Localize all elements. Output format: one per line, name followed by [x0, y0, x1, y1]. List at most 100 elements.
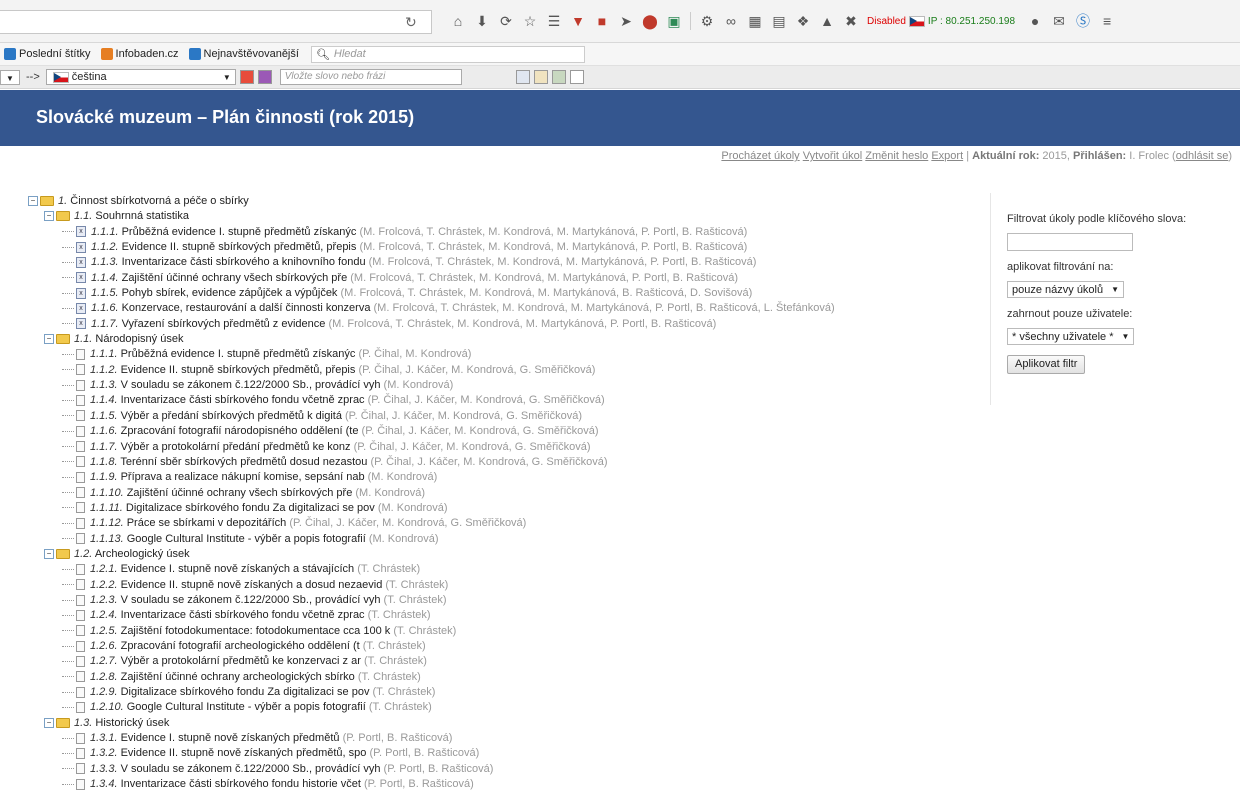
gear-icon[interactable]: ⚙	[695, 13, 719, 30]
task-title[interactable]: Zajištění účinné ochrany archeologických…	[121, 671, 355, 683]
task-title[interactable]: Průběžná evidence I. stupně předmětů zís…	[121, 348, 356, 360]
dictionary-icon[interactable]	[257, 70, 272, 84]
rocket-icon[interactable]: ▲	[815, 13, 839, 29]
tree-task-row[interactable]: 1.3.2. Evidence II. stupně nově získanýc…	[28, 746, 978, 761]
nav-export[interactable]: Export	[931, 150, 963, 162]
tree-task-row[interactable]: 1.1.4. Inventarizace části sbírkového fo…	[28, 393, 978, 408]
task-title[interactable]: Google Cultural Institute - výběr a popi…	[127, 701, 366, 713]
address-bar[interactable]	[0, 10, 432, 34]
task-title[interactable]: Konzervace, restaurování a další činnost…	[122, 302, 371, 314]
task-title[interactable]: Evidence II. stupně sbírkových předmětů,…	[122, 241, 357, 253]
nav-create-task[interactable]: Vytvořit úkol	[803, 150, 863, 162]
bookmarks-search-input[interactable]: 🔍︎ Hledat	[310, 45, 585, 63]
task-title[interactable]: Výběr a předání sbírkových předmětů k di…	[121, 410, 342, 422]
task-title[interactable]: V souladu se zákonem č.122/2000 Sb., pro…	[121, 379, 381, 391]
apply-to-select[interactable]: pouze názvy úkolů ▼	[1007, 281, 1125, 298]
task-title[interactable]: Inventarizace části sbírkového fondu his…	[121, 778, 361, 790]
tree-task-row[interactable]: 1.1.10. Zajištění účinné ochrany všech s…	[28, 486, 978, 501]
tree-task-row[interactable]: 1.1.5. Výběr a předání sbírkových předmě…	[28, 409, 978, 424]
tree-task-row[interactable]: 1.2.9. Digitalizace sbírkového fondu Za …	[28, 685, 978, 700]
tree-folder-row[interactable]: − 1.2. Archeologický úsek	[28, 547, 978, 562]
keyword-filter-input[interactable]	[1007, 233, 1133, 251]
mail-icon[interactable]: ✉	[1047, 13, 1071, 30]
tree-task-row[interactable]: 1.2.5. Zajištění fotodokumentace: fotodo…	[28, 624, 978, 639]
tree-task-row[interactable]: 1.3.1. Evidence I. stupně nově získaných…	[28, 731, 978, 746]
task-title[interactable]: Příprava a realizace nákupní komise, sep…	[121, 471, 365, 483]
task-title[interactable]: Evidence II. stupně sbírkových předmětů,…	[121, 364, 356, 376]
task-title[interactable]: Terénní sběr sbírkových předmětů dosud n…	[120, 456, 367, 468]
tree-task-row[interactable]: x 1.1.5. Pohyb sbírek, evidence zápůjček …	[28, 286, 978, 301]
tree-task-row[interactable]: 1.1.11. Digitalizace sbírkového fondu Za…	[28, 501, 978, 516]
tree-task-row[interactable]: 1.2.3. V souladu se zákonem č.122/2000 S…	[28, 593, 978, 608]
language-select[interactable]: čeština ▼	[45, 69, 236, 85]
tree-folder-row[interactable]: − 1.1. Národopisný úsek	[28, 332, 978, 347]
task-title[interactable]: Činnost sbírkotvorná a péče o sbírky	[70, 195, 249, 207]
task-title[interactable]: Zajištění fotodokumentace: fotodokumenta…	[121, 625, 391, 637]
download-icon[interactable]: ⬇	[470, 13, 494, 30]
task-title[interactable]: Průběžná evidence I. stupně předmětů zís…	[122, 226, 357, 238]
task-title[interactable]: Národopisný úsek	[95, 333, 183, 345]
task-title[interactable]: Evidence II. stupně nově získaných předm…	[121, 747, 367, 759]
pocket-icon[interactable]: ▼	[566, 13, 590, 29]
tree-task-row[interactable]: x 1.1.1. Průběžná evidence I. stupně před…	[28, 225, 978, 240]
tree-task-row[interactable]: 1.1.13. Google Cultural Institute - výbě…	[28, 532, 978, 547]
task-title[interactable]: Výběr a protokolární předmětů ke konzerv…	[121, 655, 361, 667]
task-title[interactable]: Inventarizace části sbírkového a knihovn…	[122, 256, 366, 268]
tree-task-row[interactable]: x 1.1.2. Evidence II. stupně sbírkových p…	[28, 240, 978, 255]
sync-icon[interactable]: ⟳	[494, 13, 518, 30]
tree-task-row[interactable]: 1.2.1. Evidence I. stupně nově získaných…	[28, 562, 978, 577]
task-title[interactable]: Google Cultural Institute - výběr a popi…	[127, 533, 366, 545]
task-title[interactable]: Evidence II. stupně nově získaných a dos…	[121, 579, 383, 591]
chat-icon[interactable]: ●	[1023, 13, 1047, 29]
tree-task-row[interactable]: 1.1.7. Výběr a protokolární předání před…	[28, 440, 978, 455]
screen-icon[interactable]: ▤	[767, 13, 791, 30]
task-title[interactable]: Výběr a protokolární předání předmětů ke…	[121, 441, 351, 453]
translate-icon[interactable]	[239, 70, 254, 84]
task-title[interactable]: Práce se sbírkami v depozitářích	[127, 517, 287, 529]
task-title[interactable]: Zpracování fotografií národopisného oddě…	[121, 425, 359, 437]
task-title[interactable]: Vyřazení sbírkových předmětů z evidence	[122, 318, 326, 330]
task-title[interactable]: Archeologický úsek	[95, 548, 190, 560]
tool-icon-1[interactable]	[515, 70, 530, 84]
reload-icon[interactable]: ↻	[405, 14, 417, 31]
addon-icon[interactable]: ■	[590, 13, 614, 29]
task-title[interactable]: Pohyb sbírek, evidence zápůjček a výpůjč…	[122, 287, 338, 299]
tool-icon-4[interactable]	[569, 70, 584, 84]
tree-task-row[interactable]: 1.3.3. V souladu se zákonem č.122/2000 S…	[28, 762, 978, 777]
tree-task-row[interactable]: 1.1.9. Příprava a realizace nákupní komi…	[28, 470, 978, 485]
puzzle-icon[interactable]: ❖	[791, 13, 815, 30]
home-icon[interactable]: ⌂	[446, 13, 470, 29]
task-title[interactable]: Evidence I. stupně nově získaných předmě…	[121, 732, 340, 744]
tree-task-row[interactable]: 1.1.12. Práce se sbírkami v depozitářích…	[28, 516, 978, 531]
tree-task-row[interactable]: 1.1.8. Terénní sběr sbírkových předmětů …	[28, 455, 978, 470]
tree-task-row[interactable]: 1.2.10. Google Cultural Institute - výbě…	[28, 700, 978, 715]
task-title[interactable]: Evidence I. stupně nově získaných a stáv…	[121, 563, 355, 575]
task-title[interactable]: Zpracování fotografií archeologického od…	[121, 640, 360, 652]
task-title[interactable]: Zajištění účinné ochrany všech sbírkovýc…	[127, 487, 353, 499]
tree-task-row[interactable]: x 1.1.4. Zajištění účinné ochrany všech s…	[28, 271, 978, 286]
adblock-icon[interactable]: ⬤	[638, 13, 662, 30]
collapse-toggle-icon[interactable]: −	[44, 549, 54, 559]
menu-icon[interactable]: ≡	[1095, 13, 1119, 29]
tree-task-row[interactable]: 1.1.3. V souladu se zákonem č.122/2000 S…	[28, 378, 978, 393]
addon2-icon[interactable]: ▣	[662, 13, 686, 30]
task-title[interactable]: Zajištění účinné ochrany všech sbírkovýc…	[122, 272, 348, 284]
tree-task-row[interactable]: 1.2.6. Zpracování fotografií archeologic…	[28, 639, 978, 654]
task-title[interactable]: Digitalizace sbírkového fondu Za digital…	[121, 686, 370, 698]
tree-task-row[interactable]: 1.1.2. Evidence II. stupně sbírkových př…	[28, 363, 978, 378]
nav-change-password[interactable]: Změnit heslo	[865, 150, 928, 162]
apply-filter-button[interactable]: Aplikovat filtr	[1007, 355, 1086, 374]
nav-browse-tasks[interactable]: Procházet úkoly	[721, 150, 799, 162]
task-title[interactable]: V souladu se zákonem č.122/2000 Sb., pro…	[121, 763, 381, 775]
tree-folder-row[interactable]: − 1.1. Souhrnná statistika	[28, 209, 978, 224]
bookmark-nejnavstevovanejsi[interactable]: Nejnavštěvovanější	[188, 48, 299, 60]
source-dropdown[interactable]: ▼	[0, 69, 20, 85]
phrase-input[interactable]: Vložte slovo nebo frázi	[279, 69, 462, 85]
collapse-toggle-icon[interactable]: −	[44, 717, 54, 728]
skype-icon[interactable]: Ⓢ	[1071, 11, 1095, 31]
task-title[interactable]: Inventarizace části sbírkového fondu vče…	[121, 394, 365, 406]
tree-task-row[interactable]: x 1.1.3. Inventarizace části sbírkového a…	[28, 255, 978, 270]
task-title[interactable]: Souhrnná statistika	[95, 210, 189, 222]
task-title[interactable]: Inventarizace části sbírkového fondu vče…	[121, 609, 365, 621]
tree-task-row[interactable]: 1.1.6. Zpracování fotografií národopisné…	[28, 424, 978, 439]
